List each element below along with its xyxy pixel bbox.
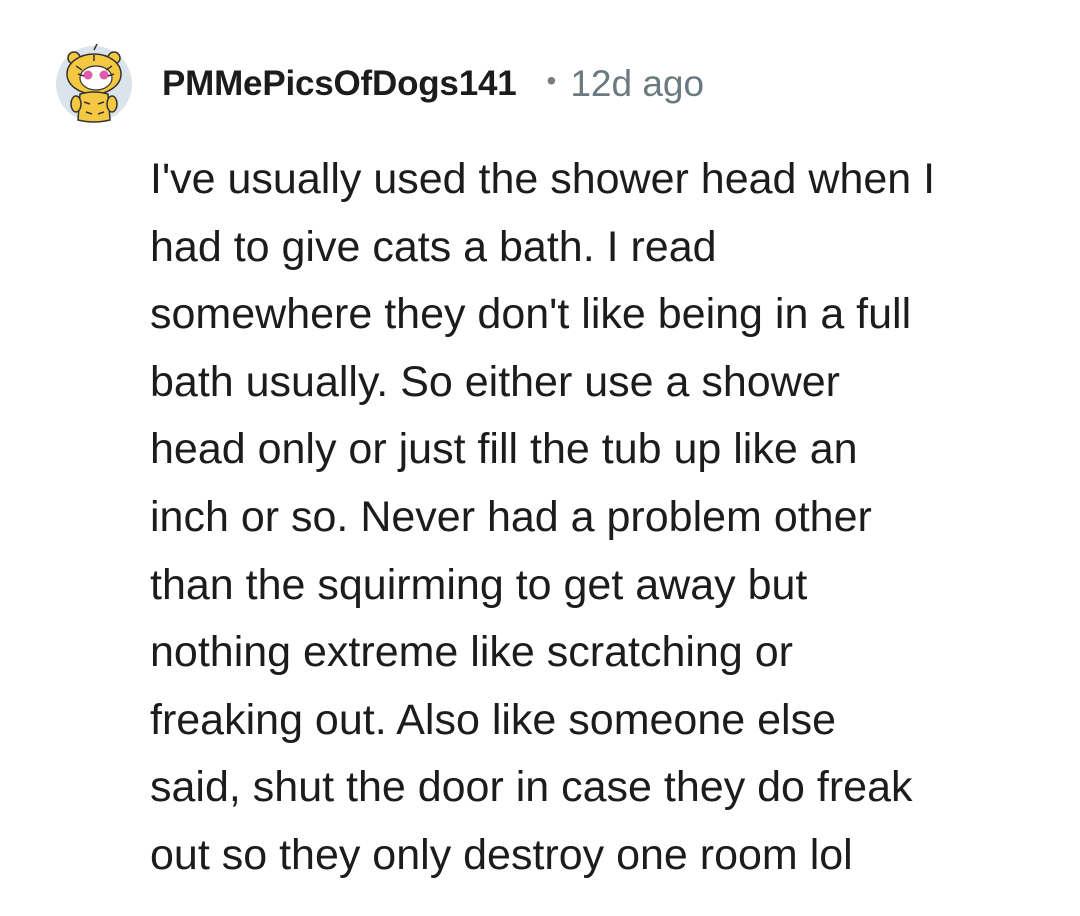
comment-body-line: than the squirming to get away but bbox=[150, 560, 808, 609]
comment-header: PMMePicsOfDogs141 • 12d ago bbox=[162, 62, 704, 106]
username-link[interactable]: PMMePicsOfDogs141 bbox=[162, 64, 517, 104]
comment-timestamp: 12d ago bbox=[570, 63, 705, 104]
comment-body-line: nothing extreme like scratching or bbox=[150, 628, 793, 677]
comment-body-line: somewhere they don't like being in a ful… bbox=[150, 290, 912, 339]
comment-body-line: freaking out. Also like someone else bbox=[150, 695, 837, 744]
comment-body-line: inch or so. Never had a problem other bbox=[150, 492, 872, 541]
comment-body-line: bath usually. So either use a shower bbox=[150, 357, 840, 406]
user-avatar[interactable] bbox=[54, 44, 134, 124]
comment-body-line: had to give cats a bath. I read bbox=[150, 222, 717, 271]
comment-body: I've usually used the shower head when I… bbox=[150, 146, 1050, 890]
comment-card: PMMePicsOfDogs141 • 12d ago I've usually… bbox=[0, 0, 1080, 916]
meta-separator: • bbox=[546, 65, 557, 96]
comment-body-line: I've usually used the shower head when I bbox=[150, 155, 936, 203]
comment-body-line: said, shut the door in case they do frea… bbox=[150, 763, 913, 812]
comment-body-line: head only or just fill the tub up like a… bbox=[150, 425, 858, 474]
tiger-snoo-avatar-icon bbox=[56, 44, 132, 123]
comment-body-line: out so they only destroy one room lol bbox=[150, 830, 853, 879]
